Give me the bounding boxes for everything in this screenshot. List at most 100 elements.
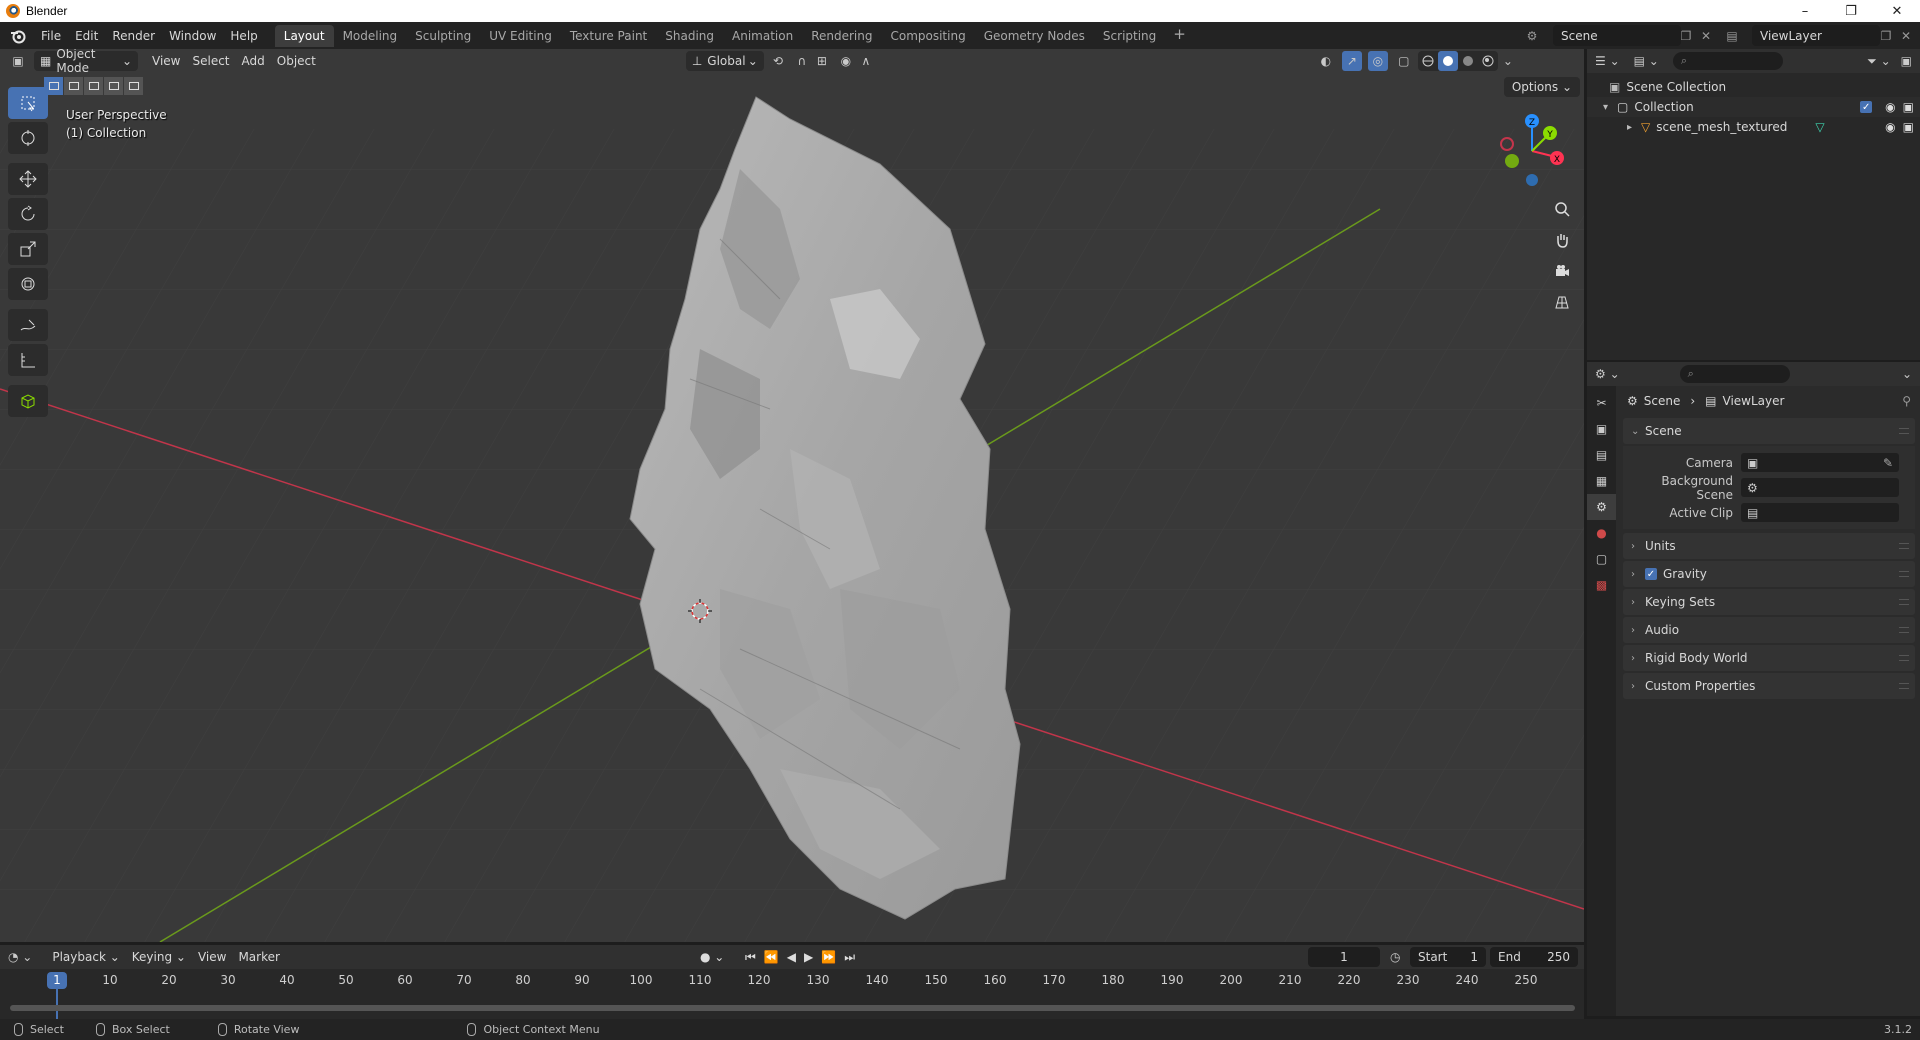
menu-window[interactable]: Window bbox=[162, 26, 223, 46]
menu-render[interactable]: Render bbox=[105, 26, 162, 46]
output-tab-icon[interactable]: ▤ bbox=[1587, 442, 1616, 468]
menu-timeline-view[interactable]: View bbox=[192, 947, 232, 967]
tab-texture-paint[interactable]: Texture Paint bbox=[561, 25, 656, 47]
filter-icon[interactable]: ⏷ ⌄ bbox=[1867, 54, 1890, 69]
tab-rendering[interactable]: Rendering bbox=[802, 25, 881, 47]
menu-help[interactable]: Help bbox=[223, 26, 264, 46]
wireframe-shading-icon[interactable] bbox=[1418, 51, 1438, 71]
add-workspace-button[interactable]: + bbox=[1165, 25, 1194, 47]
outliner-search-input[interactable]: ⌕ bbox=[1672, 52, 1783, 70]
tab-compositing[interactable]: Compositing bbox=[881, 25, 974, 47]
preview-range-icon[interactable]: ◷ bbox=[1390, 950, 1400, 964]
menu-keying[interactable]: Keying ⌄ bbox=[126, 947, 192, 967]
collection-tab-icon[interactable]: ▢ bbox=[1587, 546, 1616, 572]
pin-icon[interactable]: ⚲ bbox=[1902, 394, 1911, 408]
tab-scripting[interactable]: Scripting bbox=[1094, 25, 1165, 47]
panel-grip-icon[interactable] bbox=[1899, 683, 1909, 689]
panel-grip-icon[interactable] bbox=[1899, 627, 1909, 633]
material-shading-icon[interactable] bbox=[1458, 51, 1478, 71]
close-button[interactable]: ✕ bbox=[1874, 0, 1920, 22]
panel-audio-header[interactable]: › Audio bbox=[1623, 617, 1915, 643]
expand-arrow-icon[interactable]: ▸ bbox=[1627, 122, 1641, 133]
menu-marker[interactable]: Marker bbox=[232, 947, 285, 967]
rotate-tool[interactable] bbox=[8, 198, 48, 230]
transform-tool[interactable] bbox=[8, 268, 48, 300]
annotate-tool[interactable] bbox=[8, 309, 48, 341]
tab-geometry-nodes[interactable]: Geometry Nodes bbox=[975, 25, 1094, 47]
menu-select[interactable]: Select bbox=[186, 51, 235, 71]
active-clip-field[interactable]: ▤ bbox=[1741, 503, 1899, 522]
mode-dropdown[interactable]: ▦ Object Mode ⌄ bbox=[34, 49, 138, 75]
properties-editor-type-icon[interactable]: ⚙ ⌄ bbox=[1595, 367, 1620, 381]
outliner-row-scene-collection[interactable]: ▣ Scene Collection bbox=[1587, 77, 1920, 97]
camera-view-icon[interactable] bbox=[1549, 258, 1575, 284]
blender-menu-icon[interactable] bbox=[10, 28, 26, 44]
scene-name-field[interactable]: Scene bbox=[1553, 25, 1681, 46]
remove-view-layer-icon[interactable]: ✕ bbox=[1896, 25, 1916, 46]
panel-custom-properties-header[interactable]: › Custom Properties bbox=[1623, 673, 1915, 699]
zoom-icon[interactable] bbox=[1549, 196, 1575, 222]
overlay-toggle-icon[interactable]: ◎ bbox=[1367, 51, 1388, 71]
scene-tab-icon[interactable]: ⚙ bbox=[1587, 494, 1616, 520]
panel-grip-icon[interactable] bbox=[1899, 655, 1909, 661]
tab-modeling[interactable]: Modeling bbox=[334, 25, 407, 47]
auto-keying-icon[interactable]: ● ⌄ bbox=[700, 950, 724, 964]
properties-options-icon[interactable]: ⌄ bbox=[1902, 367, 1912, 381]
current-frame-field[interactable]: 1 bbox=[1308, 947, 1380, 967]
current-frame-indicator[interactable]: 1 bbox=[47, 972, 67, 989]
gravity-checkbox[interactable]: ✓ bbox=[1645, 568, 1657, 580]
properties-search-input[interactable]: ⌕ bbox=[1679, 365, 1790, 383]
select-intersect-icon[interactable] bbox=[124, 77, 143, 95]
xray-toggle-icon[interactable]: ▢ bbox=[1394, 51, 1414, 71]
end-frame-field[interactable]: End 250 bbox=[1490, 947, 1578, 967]
world-tab-icon[interactable]: ● bbox=[1587, 520, 1616, 546]
tab-sculpting[interactable]: Sculpting bbox=[406, 25, 480, 47]
timeline-editor-type-icon[interactable]: ◔ ⌄ bbox=[8, 950, 32, 964]
outliner-editor-type-icon[interactable]: ☰ ⌄ bbox=[1595, 54, 1620, 68]
minimize-button[interactable]: – bbox=[1782, 0, 1828, 22]
timeline-scrollbar[interactable] bbox=[10, 1005, 1575, 1011]
new-scene-icon[interactable]: ❐ bbox=[1676, 25, 1696, 46]
menu-view[interactable]: View bbox=[146, 51, 186, 71]
jump-keyframe-back-icon[interactable]: ⏪ bbox=[764, 950, 779, 965]
panel-units-header[interactable]: › Units bbox=[1623, 533, 1915, 559]
visibility-icon[interactable]: ◐ bbox=[1316, 51, 1336, 71]
select-extend-icon[interactable] bbox=[64, 77, 83, 95]
collection-exclude-checkbox[interactable]: ✓ bbox=[1860, 101, 1873, 113]
mesh-data-icon[interactable]: ▽ bbox=[1815, 120, 1824, 134]
pan-hand-icon[interactable] bbox=[1549, 227, 1575, 253]
editor-type-icon[interactable]: ▣ bbox=[8, 51, 28, 71]
panel-gravity-header[interactable]: › ✓ Gravity bbox=[1623, 561, 1915, 587]
jump-end-icon[interactable]: ⏭ bbox=[844, 950, 855, 965]
menu-object[interactable]: Object bbox=[271, 51, 322, 71]
start-frame-field[interactable]: Start 1 bbox=[1410, 947, 1486, 967]
view-layer-field[interactable]: ViewLayer bbox=[1752, 25, 1880, 46]
scene-selector-icon[interactable]: ⚙ bbox=[1522, 25, 1542, 46]
background-scene-field[interactable]: ⚙ bbox=[1741, 478, 1899, 497]
jump-start-icon[interactable]: ⏮ bbox=[745, 950, 756, 965]
menu-file[interactable]: File bbox=[34, 26, 68, 46]
tool-tab-icon[interactable]: ✂ bbox=[1587, 390, 1616, 416]
jump-keyframe-forward-icon[interactable]: ⏩ bbox=[821, 950, 836, 965]
solid-shading-icon[interactable] bbox=[1437, 51, 1458, 71]
gizmo-toggle-icon[interactable]: ↗ bbox=[1341, 51, 1362, 71]
new-collection-icon[interactable]: ▣ bbox=[1901, 54, 1912, 68]
options-dropdown[interactable]: Options ⌄ bbox=[1503, 77, 1580, 97]
select-subtract-icon[interactable] bbox=[84, 77, 103, 95]
panel-keying-sets-header[interactable]: › Keying Sets bbox=[1623, 589, 1915, 615]
eye-icon[interactable]: ◉ bbox=[1885, 100, 1895, 114]
add-cube-tool[interactable] bbox=[8, 385, 48, 417]
shading-options-icon[interactable]: ⌄ bbox=[1498, 51, 1518, 71]
view-layer-selector-icon[interactable]: ▤ bbox=[1722, 25, 1742, 46]
timeline-body[interactable]: 1 10 20 30 40 50 60 70 80 90 100 110 120 130 140 150 16… bbox=[0, 969, 1584, 1019]
select-box-tool[interactable] bbox=[8, 87, 48, 119]
measure-tool[interactable] bbox=[8, 344, 48, 376]
tab-shading[interactable]: Shading bbox=[656, 25, 723, 47]
camera-render-icon[interactable]: ▣ bbox=[1903, 120, 1914, 134]
move-tool[interactable] bbox=[8, 163, 48, 195]
panel-rigid-body-world-header[interactable]: › Rigid Body World bbox=[1623, 645, 1915, 671]
menu-playback[interactable]: Playback ⌄ bbox=[46, 947, 125, 967]
falloff-icon[interactable]: ∧ bbox=[856, 51, 876, 71]
view-layer-tab-icon[interactable]: ▦ bbox=[1587, 468, 1616, 494]
scale-tool[interactable] bbox=[8, 233, 48, 265]
